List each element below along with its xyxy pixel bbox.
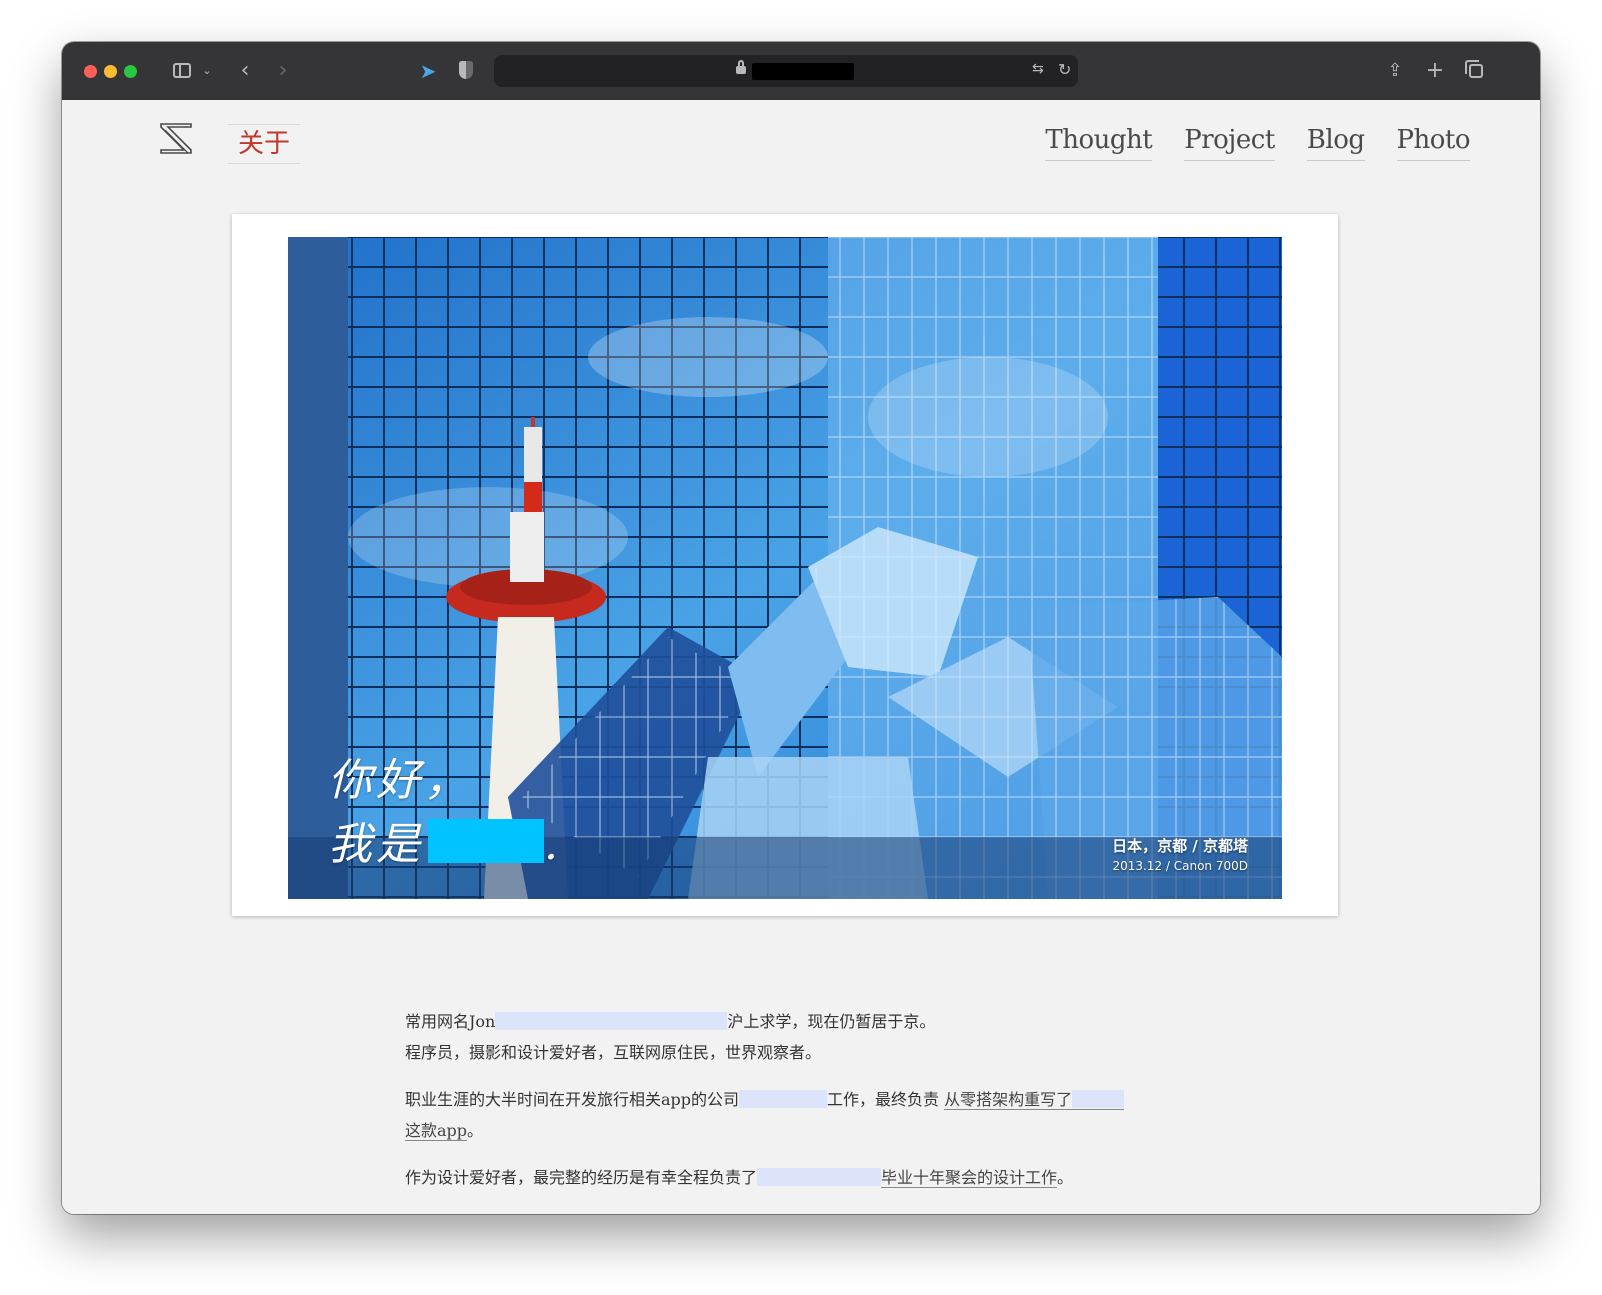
greeting-suffix: . (544, 819, 562, 870)
bio-paragraph-3: 作为设计爱好者，最完整的经历是有幸全程负责了 毕业十年聚会的设计工作。 (405, 1162, 1165, 1193)
logo-icon (160, 123, 192, 154)
shield-icon[interactable] (456, 59, 476, 83)
bio-text: 常用网名Jon (405, 1012, 496, 1031)
bio-text: 工作，最终负责 (827, 1090, 940, 1109)
new-tab-icon[interactable]: + (1424, 59, 1446, 83)
bio-paragraph-2: 职业生涯的大半时间在开发旅行相关app的公司 工作，最终负责 从零搭架构重写了 这款… (405, 1084, 1165, 1146)
address-bar[interactable]: ⇆ ↻ (494, 55, 1078, 87)
bio-text: 作为设计爱好者，最完整的经历是有幸全程负责了 (405, 1168, 758, 1187)
caption-meta: 2013.12 / Canon 700D (1112, 859, 1248, 873)
photo-caption: 日本，京都 / 京都塔 2013.12 / Canon 700D (1112, 835, 1248, 875)
greeting-prefix: 我是 (328, 819, 424, 870)
site-logo[interactable] (158, 120, 198, 158)
back-icon[interactable]: ‹ (234, 59, 256, 83)
nav-blog[interactable]: Blog (1306, 122, 1365, 161)
hero-greeting: 你好， 我是. (328, 749, 562, 877)
minimize-window-button[interactable] (104, 65, 117, 78)
close-window-button[interactable] (84, 65, 97, 78)
url-redacted (752, 63, 854, 80)
greeting-line-1: 你好， (328, 755, 472, 806)
redacted-app (1072, 1090, 1125, 1108)
browser-window: ⌄ ‹ › ➤ ⇆ ↻ ⇪ + 关于 Thought Project Blog … (62, 42, 1540, 1214)
greeting-line-2: 我是. (328, 813, 562, 877)
redacted-company (739, 1090, 828, 1108)
hero-photo: 你好， 我是. 日本，京都 / 京都塔 2013.12 / Canon 700D (288, 237, 1282, 899)
redacted-text (495, 1012, 728, 1030)
reload-icon[interactable]: ↻ (1058, 60, 1071, 79)
nav-thought[interactable]: Thought (1045, 122, 1153, 161)
bio-text: 。 (1057, 1168, 1074, 1187)
bio-text: 程序员，摄影和设计爱好者，互联网原住民，世界观察者。 (405, 1043, 822, 1062)
name-redacted (428, 819, 544, 863)
nav-project[interactable]: Project (1184, 122, 1275, 161)
bio-section: 常用网名Jon 沪上求学，现在仍暂居于京。 程序员，摄影和设计爱好者，互联网原住民… (405, 1006, 1165, 1209)
hero-photo-card: 你好， 我是. 日本，京都 / 京都塔 2013.12 / Canon 700D (232, 214, 1338, 916)
zoom-window-button[interactable] (124, 65, 137, 78)
bio-paragraph-1: 常用网名Jon 沪上求学，现在仍暂居于京。 程序员，摄影和设计爱好者，互联网原住民… (405, 1006, 1165, 1068)
bio-text: 职业生涯的大半时间在开发旅行相关app的公司 (405, 1090, 740, 1109)
lock-icon (736, 60, 746, 76)
sidebar-icon[interactable] (170, 59, 194, 83)
tabs-icon[interactable] (1464, 59, 1486, 83)
bio-text: 。 (467, 1121, 484, 1140)
about-link[interactable]: 关于 (228, 124, 301, 164)
share-icon[interactable]: ⇪ (1384, 59, 1406, 83)
bio-text: 沪上求学，现在仍暂居于京。 (727, 1012, 936, 1031)
reunion-design-link[interactable]: 毕业十年聚会的设计工作 (881, 1168, 1058, 1188)
nav-photo[interactable]: Photo (1396, 122, 1470, 161)
chevron-down-icon[interactable]: ⌄ (200, 59, 214, 83)
page-content: 关于 Thought Project Blog Photo 你好， 我是 . 日… (62, 100, 1540, 1214)
main-nav: Thought Project Blog Photo (1045, 122, 1470, 161)
forward-icon[interactable]: › (272, 59, 294, 83)
bird-icon[interactable]: ➤ (416, 59, 440, 83)
translate-icon[interactable]: ⇆ (1032, 61, 1044, 77)
browser-toolbar: ⌄ ‹ › ➤ ⇆ ↻ ⇪ + (62, 42, 1540, 101)
caption-location: 日本，京都 / 京都塔 (1112, 837, 1248, 855)
redacted-school (757, 1168, 882, 1186)
